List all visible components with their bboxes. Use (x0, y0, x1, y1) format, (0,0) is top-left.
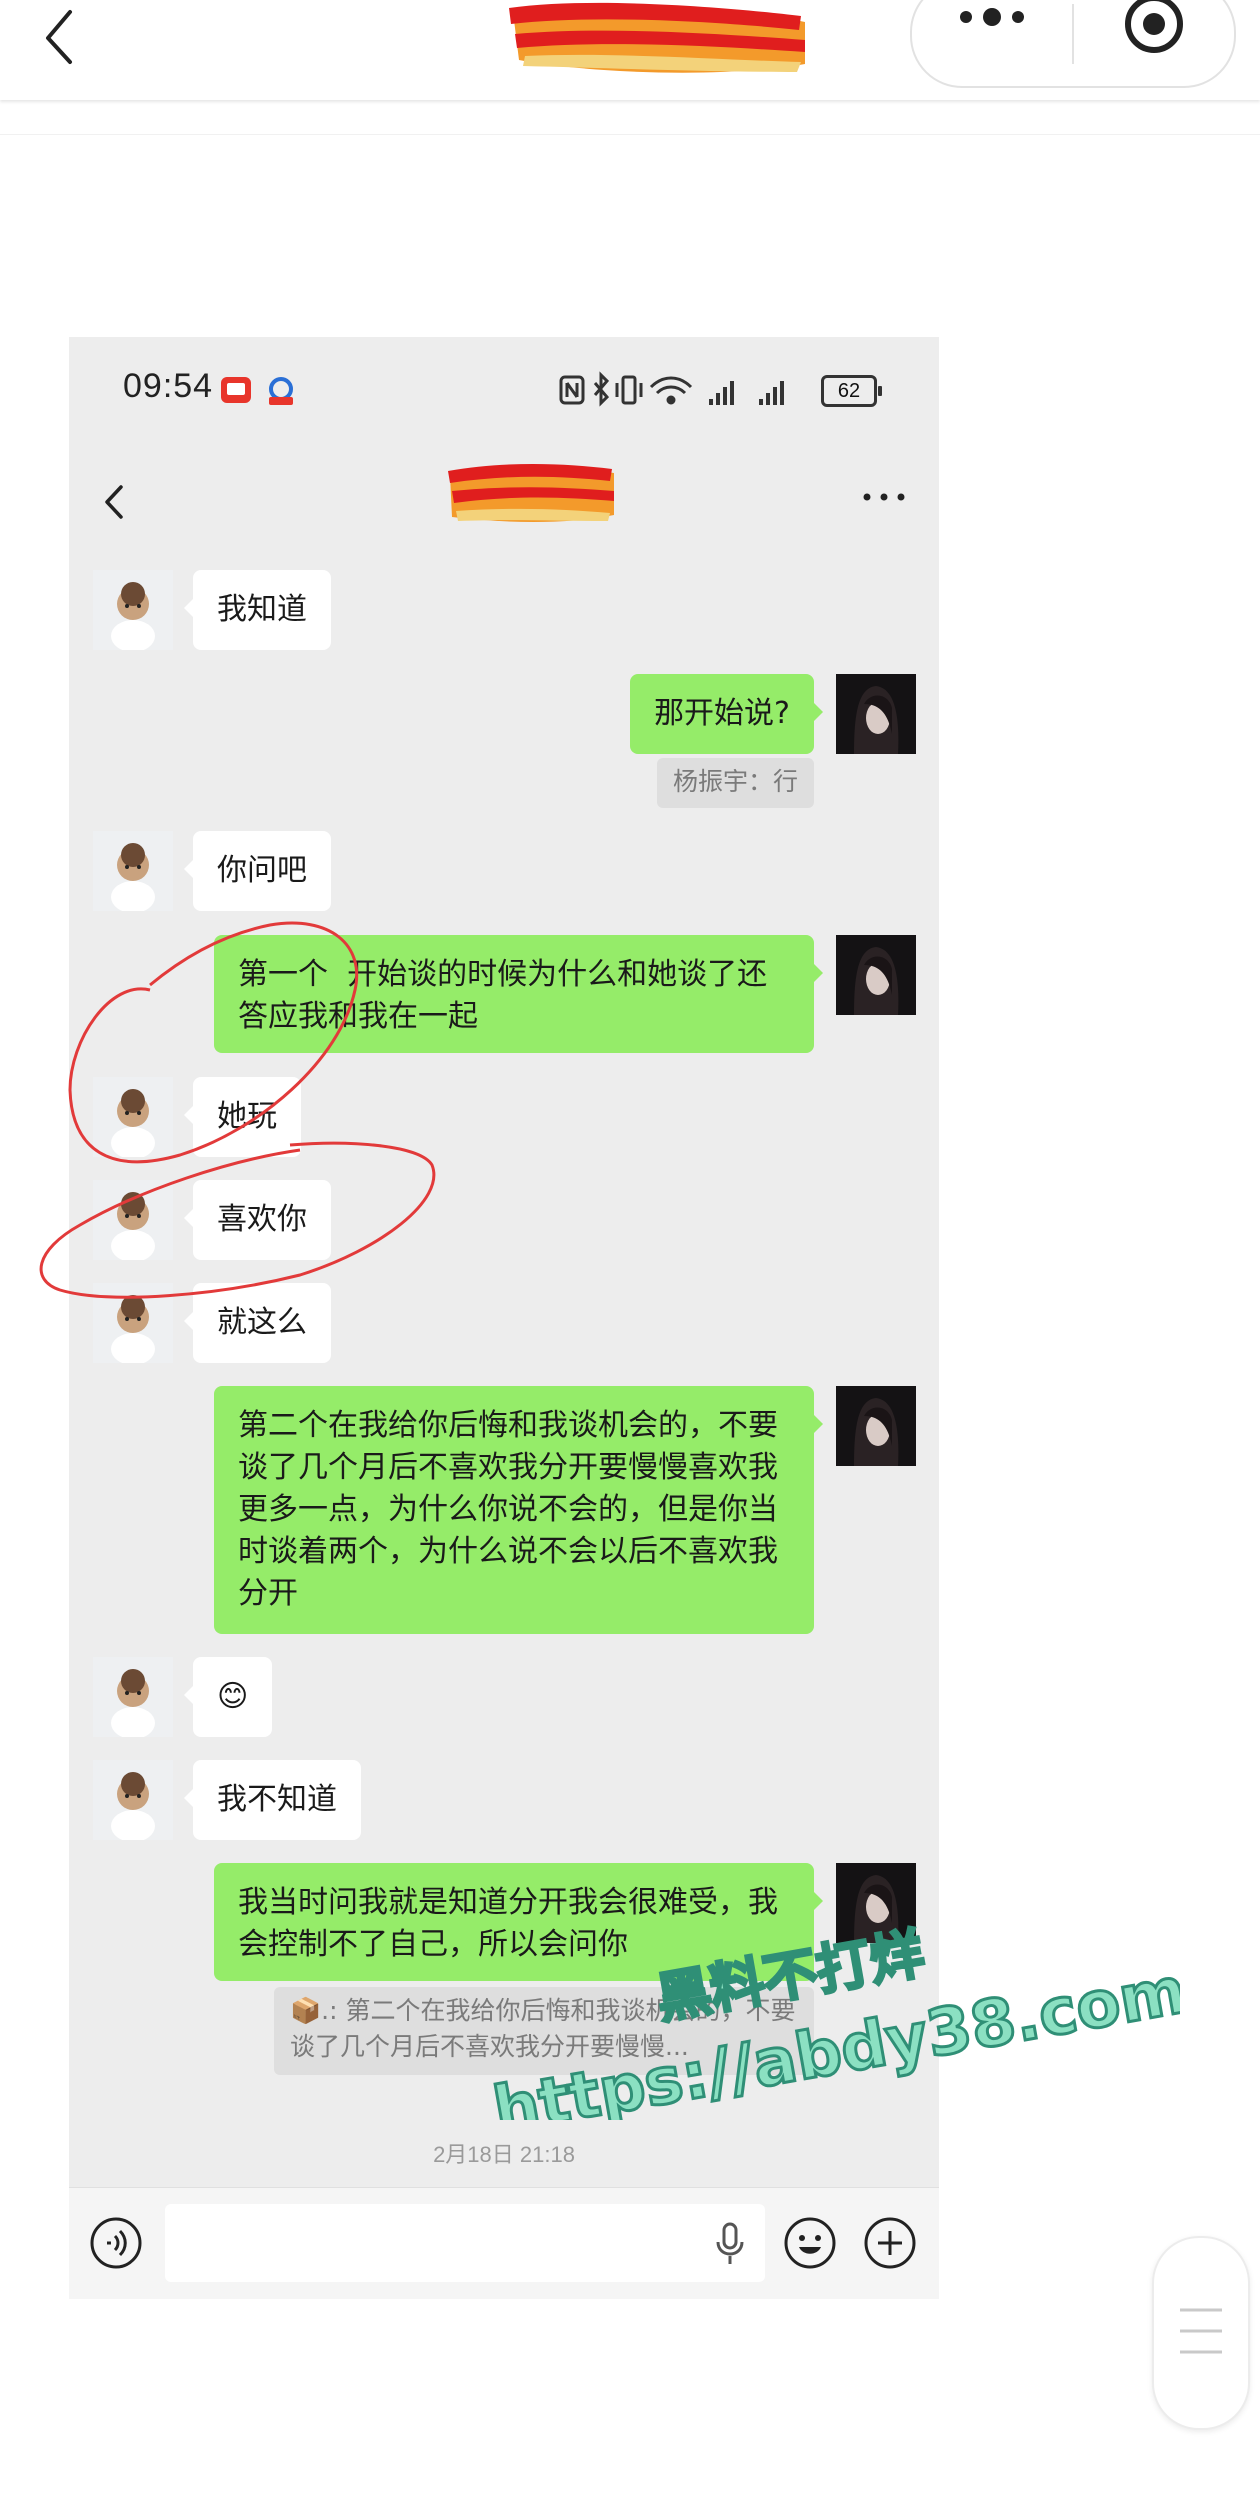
avatar[interactable] (836, 1386, 916, 1466)
mic-icon[interactable] (715, 2222, 745, 2266)
contact-avatar-image (93, 1760, 173, 1840)
target-icon[interactable] (1122, 0, 1186, 56)
avatar[interactable] (93, 1077, 173, 1157)
contact-avatar-image (93, 1283, 173, 1363)
user-avatar-image (836, 1863, 916, 1943)
avatar[interactable] (93, 1283, 173, 1363)
message-bubble-outgoing[interactable]: 我当时问我就是知道分开我会很难受，我会控制不了自己，所以会问你 (214, 1863, 823, 1981)
contact-avatar-image (93, 570, 173, 650)
status-time: 09:54 (123, 367, 214, 405)
avatar[interactable] (836, 935, 916, 1015)
back-icon[interactable] (99, 477, 129, 527)
message-bubble-incoming[interactable]: 我知道 (184, 570, 331, 650)
avatar[interactable] (93, 831, 173, 911)
back-icon[interactable] (40, 6, 80, 66)
notification-icon (221, 377, 251, 403)
emoji-icon[interactable] (783, 2216, 837, 2270)
more-icon[interactable] (859, 487, 909, 507)
message-bubble-outgoing[interactable]: 第二个在我给你后悔和我谈机会的，不要谈了几个月后不喜欢我分开要慢慢喜欢我更多一点… (214, 1386, 823, 1634)
divider (0, 134, 1260, 135)
avatar[interactable] (93, 1657, 173, 1737)
chat-screenshot: 09:54 62 我知道 那开始说? 杨振宇：行 你问吧 第一个 开始谈的时候为… (69, 337, 939, 2299)
outer-header (0, 0, 1260, 100)
message-bubble-incoming[interactable]: 就这么 (184, 1283, 331, 1363)
contact-avatar-image (93, 1077, 173, 1157)
user-avatar-image (836, 674, 916, 754)
message-list: 我知道 那开始说? 杨振宇：行 你问吧 第一个 开始谈的时候为什么和她谈了还答应… (69, 557, 939, 2187)
status-bar: 09:54 62 (69, 337, 939, 447)
message-bubble-incoming[interactable]: 喜欢你 (184, 1180, 331, 1260)
capsule-divider (1072, 4, 1074, 64)
nfc-icon (559, 375, 585, 405)
contact-avatar-image (93, 831, 173, 911)
quoted-reply[interactable]: 📦.: 第二个在我给你后悔和我谈机会的，不要谈了几个月后不喜欢我分开要慢慢... (274, 1987, 814, 2075)
quoted-reply[interactable]: 杨振宇：行 (656, 758, 814, 808)
avatar[interactable] (93, 570, 173, 650)
contact-avatar-image (93, 1657, 173, 1737)
menu-lines-icon (1180, 2308, 1222, 2354)
signal-icon (709, 381, 784, 405)
chat-nav (69, 447, 939, 557)
message-bubble-outgoing[interactable]: 第一个 开始谈的时候为什么和她谈了还答应我和我在一起 (214, 935, 823, 1053)
avatar[interactable] (93, 1180, 173, 1260)
avatar[interactable] (836, 674, 916, 754)
user-avatar-image (836, 1386, 916, 1466)
voice-icon[interactable] (89, 2216, 143, 2270)
wifi-icon (649, 376, 693, 405)
avatar[interactable] (836, 1863, 916, 1943)
redacted-contact-name (448, 464, 614, 522)
app-notification-icon (269, 377, 293, 405)
message-input[interactable] (165, 2204, 765, 2282)
user-avatar-image (836, 935, 916, 1015)
vibrate-icon (615, 375, 643, 405)
message-timestamp: 2月18日 21:18 (433, 2142, 575, 2167)
avatar[interactable] (93, 1760, 173, 1840)
message-bubble-incoming[interactable]: 我不知道 (184, 1760, 361, 1840)
message-bubble-emoji[interactable]: 😊 (183, 1657, 273, 1737)
battery-icon: 62 (821, 375, 882, 407)
capsule-menu (910, 0, 1236, 88)
plus-icon[interactable] (863, 2216, 917, 2270)
redacted-title-scribble (509, 2, 805, 73)
message-bubble-incoming[interactable]: 她玩 (184, 1077, 301, 1157)
bluetooth-icon (593, 371, 610, 407)
message-bubble-outgoing[interactable]: 那开始说? (630, 674, 823, 754)
more-icon[interactable] (952, 2, 1032, 32)
input-bar (69, 2187, 939, 2299)
floating-menu-button[interactable] (1152, 2236, 1250, 2430)
message-bubble-incoming[interactable]: 你问吧 (184, 831, 331, 911)
contact-avatar-image (93, 1180, 173, 1260)
